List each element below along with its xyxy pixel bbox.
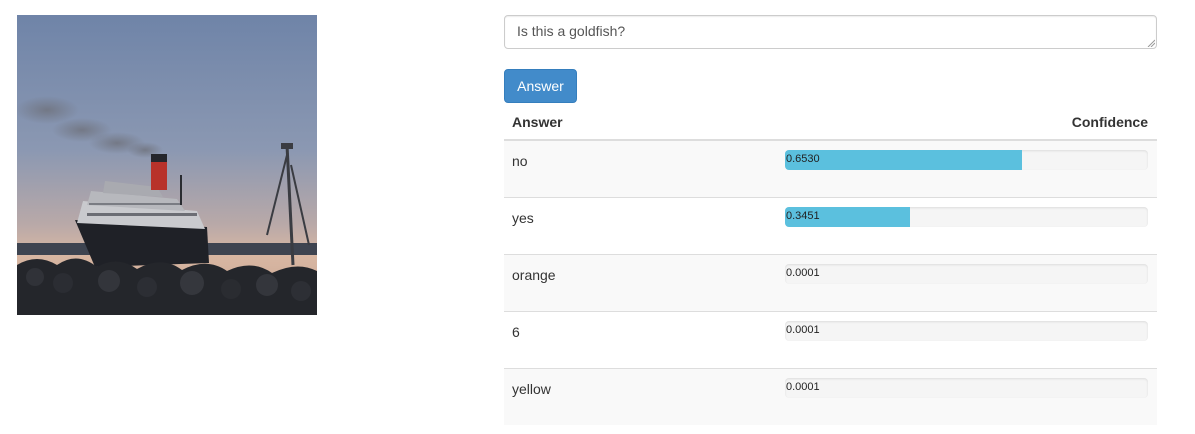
confidence-bar: 0.0001 bbox=[785, 264, 1148, 284]
confidence-column-header: Confidence bbox=[1071, 114, 1148, 130]
confidence-value: 0.0001 bbox=[786, 267, 820, 279]
table-row: 6 0.0001 bbox=[504, 311, 1157, 368]
confidence-bar: 0.6530 bbox=[785, 150, 1148, 170]
answer-label: orange bbox=[512, 267, 556, 283]
table-row: yellow 0.0001 bbox=[504, 368, 1157, 425]
answer-label: yes bbox=[512, 210, 534, 226]
confidence-bar: 0.0001 bbox=[785, 321, 1148, 341]
confidence-value: 0.3451 bbox=[786, 210, 820, 222]
question-text: Is this a goldfish? bbox=[517, 23, 626, 39]
results-table: Answer Confidence no 0.6530 yes 0.3451 o… bbox=[504, 103, 1157, 425]
query-image bbox=[17, 15, 317, 315]
answer-button[interactable]: Answer bbox=[504, 69, 577, 103]
answer-label: yellow bbox=[512, 381, 551, 397]
confidence-bar-fill bbox=[785, 150, 1023, 170]
question-input[interactable]: Is this a goldfish? bbox=[504, 15, 1157, 49]
table-row: yes 0.3451 bbox=[504, 197, 1157, 254]
confidence-bar: 0.3451 bbox=[785, 207, 1148, 227]
table-row: no 0.6530 bbox=[504, 141, 1157, 197]
answer-label: no bbox=[512, 153, 528, 169]
answer-label: 6 bbox=[512, 324, 520, 340]
confidence-bar: 0.0001 bbox=[785, 378, 1148, 398]
confidence-value: 0.0001 bbox=[786, 324, 820, 336]
ship-photo-illustration bbox=[17, 15, 317, 315]
results-body: no 0.6530 yes 0.3451 orange 0.0001 6 0.0… bbox=[504, 141, 1157, 425]
confidence-value: 0.0001 bbox=[786, 381, 820, 393]
confidence-value: 0.6530 bbox=[786, 153, 820, 165]
answer-column-header: Answer bbox=[512, 114, 563, 130]
resize-grip-icon[interactable] bbox=[1147, 39, 1155, 47]
results-header: Answer Confidence bbox=[504, 103, 1157, 141]
table-row: orange 0.0001 bbox=[504, 254, 1157, 311]
